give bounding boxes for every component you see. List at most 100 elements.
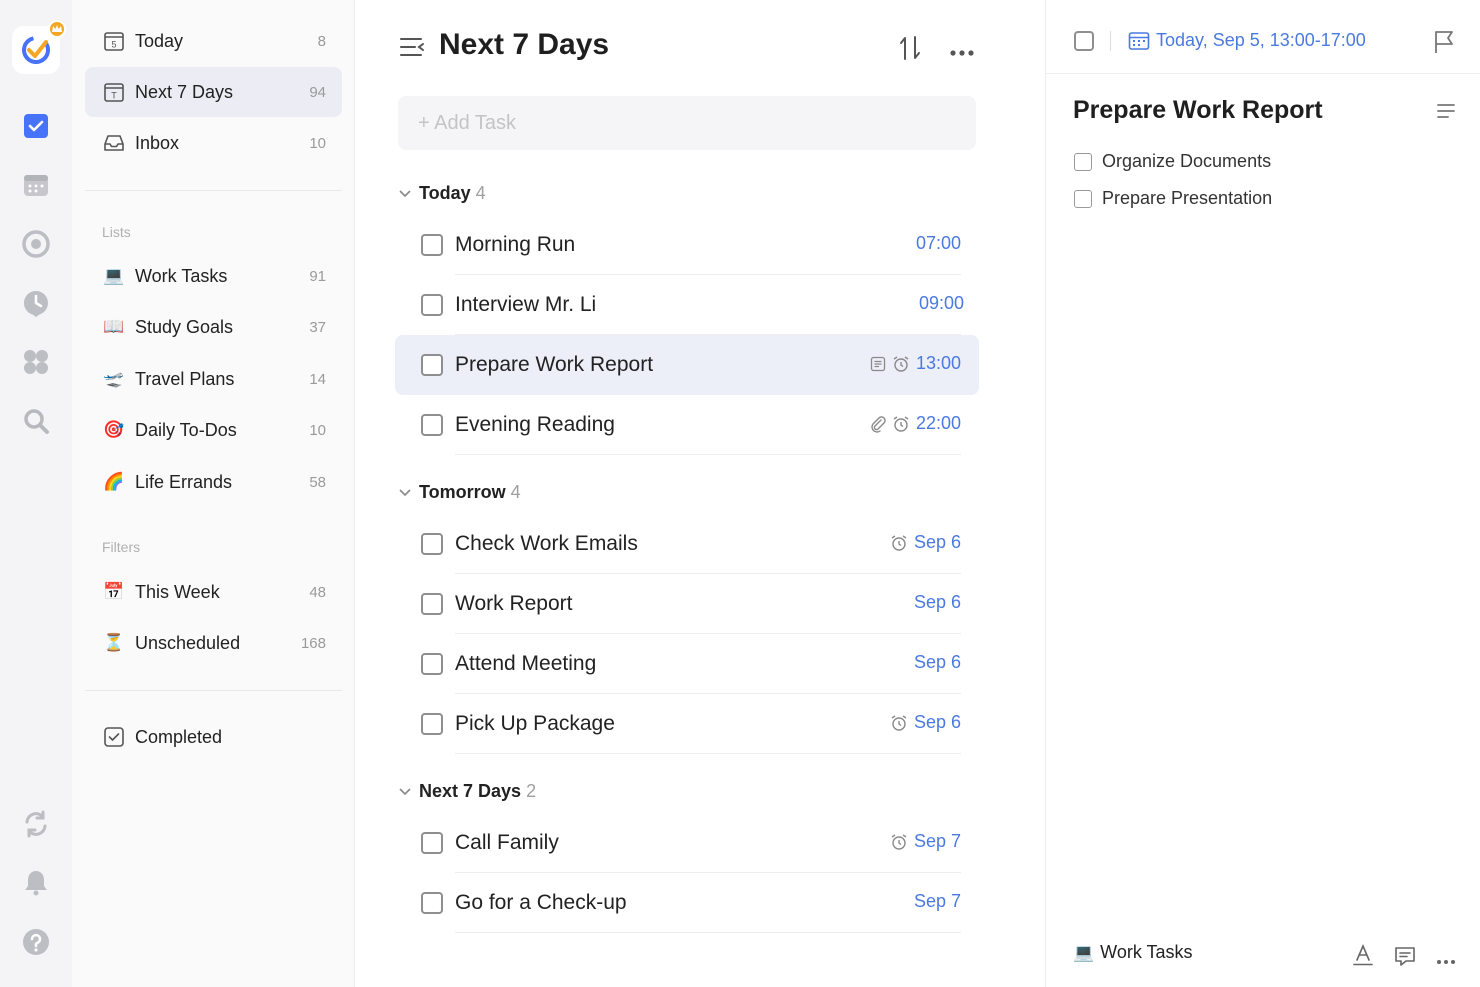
subtask-item[interactable]: Organize Documents <box>1074 151 1271 172</box>
airplane-icon: 🛫 <box>103 369 125 389</box>
sidebar-item-inbox[interactable]: Inbox 10 <box>85 118 342 168</box>
group-count: 4 <box>510 482 521 502</box>
detail-more-options-icon[interactable] <box>1436 952 1456 970</box>
sidebar-item-label: Life Errands <box>135 471 233 492</box>
hourglass-icon: ⏳ <box>103 633 125 653</box>
page-title: Next 7 Days <box>439 28 610 61</box>
sidebar-item-travel-plans[interactable]: 🛫 Travel Plans 14 <box>85 354 342 404</box>
detail-list-name: Work Tasks <box>1100 942 1193 962</box>
task-row[interactable]: Work Report Sep 6 <box>395 574 979 634</box>
sidebar-item-unscheduled[interactable]: ⏳ Unscheduled 168 <box>85 618 342 668</box>
toggle-sidebar-icon[interactable] <box>399 36 425 63</box>
reminder-alarm-icon <box>893 355 909 372</box>
subtask-checkbox[interactable] <box>1074 189 1092 208</box>
toolbar-divider <box>1110 31 1111 51</box>
task-checkbox[interactable] <box>421 892 443 914</box>
notification-bell-icon[interactable] <box>18 864 54 900</box>
sidebar-item-completed[interactable]: Completed <box>85 712 342 762</box>
group-header-next-7-days[interactable]: Next 7 Days 2 <box>399 781 536 802</box>
task-title: Prepare Work Report <box>455 353 654 376</box>
detail-date-text: Today, Sep 5, 13:00-17:00 <box>1156 30 1366 50</box>
task-row[interactable]: Check Work Emails Sep 6 <box>395 514 979 574</box>
matrix-tab-icon[interactable] <box>18 344 54 380</box>
group-label: Next 7 Days <box>419 781 522 801</box>
app-logo[interactable] <box>12 20 66 74</box>
task-time: 22:00 <box>915 413 961 433</box>
sidebar-item-count: 10 <box>309 421 326 439</box>
sync-icon[interactable] <box>18 806 54 842</box>
sidebar-item-daily-todos[interactable]: 🎯 Daily To-Dos 10 <box>85 405 342 455</box>
task-row[interactable]: Call Family Sep 7 <box>395 813 979 873</box>
reminder-alarm-icon <box>891 833 907 850</box>
subtask-item[interactable]: Prepare Presentation <box>1074 188 1272 209</box>
icon-rail <box>0 0 72 987</box>
task-checkbox[interactable] <box>421 533 443 555</box>
sidebar-item-work-tasks[interactable]: 💻 Work Tasks 91 <box>85 251 342 301</box>
text-format-icon[interactable] <box>1352 943 1374 971</box>
detail-toolbar: Today, Sep 5, 13:00-17:00 <box>1046 0 1480 74</box>
help-icon[interactable] <box>18 924 54 960</box>
sidebar-item-today[interactable]: 5 Today 8 <box>85 16 342 66</box>
sidebar-item-life-errands[interactable]: 🌈 Life Errands 58 <box>85 457 342 507</box>
tasks-tab-icon[interactable] <box>18 108 54 144</box>
group-count: 2 <box>526 781 537 801</box>
group-label: Tomorrow <box>419 482 506 502</box>
search-icon[interactable] <box>18 403 54 439</box>
task-checkbox[interactable] <box>421 294 443 316</box>
sidebar-item-count: 8 <box>317 32 326 50</box>
target-icon: 🎯 <box>103 420 125 440</box>
flag-icon[interactable] <box>1434 30 1454 59</box>
comment-icon[interactable] <box>1394 945 1416 972</box>
sidebar-item-next-7-days[interactable]: T Next 7 Days 94 <box>85 67 342 117</box>
task-date: Sep 7 <box>913 891 961 911</box>
note-icon <box>870 356 886 371</box>
task-row[interactable]: Interview Mr. Li 09:00 <box>395 275 979 335</box>
sidebar-item-label: Unscheduled <box>135 632 241 653</box>
add-task-input[interactable]: + Add Task <box>398 96 976 150</box>
task-date: Sep 6 <box>913 532 961 552</box>
task-checkbox[interactable] <box>421 234 443 256</box>
task-title: Check Work Emails <box>455 532 638 555</box>
sidebar-item-count: 37 <box>309 318 326 336</box>
more-options-icon[interactable] <box>949 44 975 62</box>
task-checkbox[interactable] <box>421 832 443 854</box>
attachment-icon <box>871 415 886 433</box>
task-title: Go for a Check-up <box>455 891 627 914</box>
task-row[interactable]: Attend Meeting Sep 6 <box>395 634 979 694</box>
task-checkbox[interactable] <box>421 414 443 436</box>
task-row[interactable]: Morning Run 07:00 <box>395 215 979 275</box>
task-checkbox[interactable] <box>421 354 443 376</box>
task-title: Work Report <box>455 592 573 615</box>
task-checkbox[interactable] <box>421 653 443 675</box>
detail-date-button[interactable]: Today, Sep 5, 13:00-17:00 <box>1128 30 1366 51</box>
sidebar-item-study-goals[interactable]: 📖 Study Goals 37 <box>85 302 342 352</box>
sidebar-item-label: Study Goals <box>135 316 234 337</box>
description-mode-icon[interactable] <box>1436 102 1456 125</box>
detail-complete-checkbox[interactable] <box>1074 31 1094 51</box>
sidebar-item-this-week[interactable]: 📅 This Week 48 <box>85 567 342 617</box>
detail-list-selector[interactable]: 💻 Work Tasks <box>1073 942 1193 963</box>
group-header-tomorrow[interactable]: Tomorrow 4 <box>399 482 521 503</box>
sidebar-item-count: 91 <box>309 267 326 285</box>
sort-icon[interactable] <box>899 35 921 66</box>
subtask-checkbox[interactable] <box>1074 152 1092 171</box>
sidebar-item-count: 94 <box>309 83 326 101</box>
pomodoro-tab-icon[interactable] <box>18 285 54 321</box>
group-header-today[interactable]: Today 4 <box>399 183 486 204</box>
app-window: 5 Today 8 T Next 7 Days 94 Inbox 10 List… <box>0 0 1480 987</box>
habit-tab-icon[interactable] <box>18 226 54 262</box>
task-row[interactable]: Pick Up Package Sep 6 <box>395 694 979 754</box>
detail-title[interactable]: Prepare Work Report <box>1073 96 1323 125</box>
task-checkbox[interactable] <box>421 593 443 615</box>
task-row[interactable]: Go for a Check-up Sep 7 <box>395 873 979 933</box>
task-checkbox[interactable] <box>421 713 443 735</box>
task-row-selected[interactable]: Prepare Work Report 13:00 <box>395 335 979 395</box>
sidebar-item-label: Completed <box>135 726 223 747</box>
task-row[interactable]: Evening Reading 22:00 <box>395 395 979 455</box>
task-date: Sep 6 <box>913 592 961 612</box>
sidebar-item-label: This Week <box>135 581 220 602</box>
sidebar-item-count: 168 <box>300 634 326 652</box>
calendar-tab-icon[interactable] <box>18 167 54 203</box>
reminder-alarm-icon <box>893 415 909 432</box>
task-title: Call Family <box>455 831 559 854</box>
